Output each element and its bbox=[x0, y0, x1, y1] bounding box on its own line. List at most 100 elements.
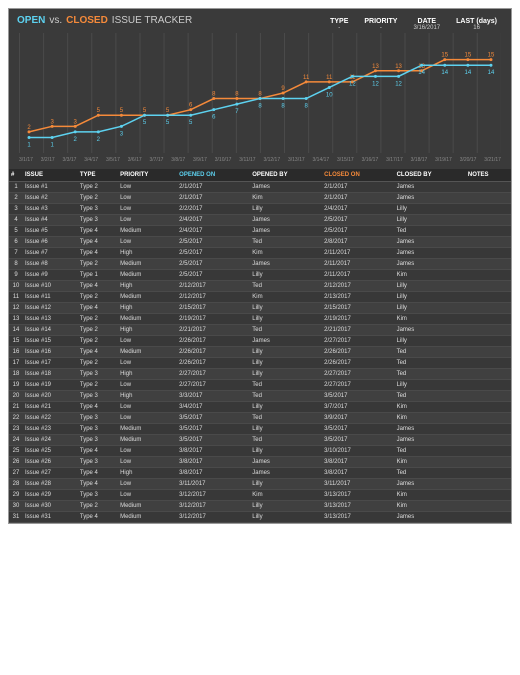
col-num[interactable]: # bbox=[9, 169, 23, 182]
cell: 2/13/2017 bbox=[322, 292, 394, 303]
col-issue[interactable]: ISSUE bbox=[23, 169, 78, 182]
table-row[interactable]: 23Issue #23Type 3Medium3/5/2017Lilly3/5/… bbox=[9, 424, 511, 435]
svg-text:15: 15 bbox=[465, 53, 472, 59]
cell: High bbox=[118, 303, 177, 314]
table-row[interactable]: 27Issue #27Type 4High3/8/2017James3/8/20… bbox=[9, 468, 511, 479]
cell bbox=[466, 479, 511, 490]
cell: 3/5/2017 bbox=[177, 435, 250, 446]
cell: Type 3 bbox=[78, 435, 118, 446]
cell bbox=[466, 369, 511, 380]
cell: 2/1/2017 bbox=[322, 193, 394, 204]
table-row[interactable]: 3Issue #3Type 3Low2/2/2017Lilly2/4/2017L… bbox=[9, 204, 511, 215]
table-row[interactable]: 20Issue #20Type 3High3/3/2017Ted3/5/2017… bbox=[9, 391, 511, 402]
table-row[interactable]: 4Issue #4Type 3Low2/4/2017James2/5/2017L… bbox=[9, 215, 511, 226]
x-tick: 3/16/17 bbox=[362, 157, 379, 163]
cell: 3/8/2017 bbox=[322, 468, 394, 479]
table-row[interactable]: 31Issue #31Type 4Medium3/12/2017Lilly3/1… bbox=[9, 512, 511, 523]
cell: Lilly bbox=[250, 424, 322, 435]
table-row[interactable]: 12Issue #12Type 4High2/15/2017Lilly2/15/… bbox=[9, 303, 511, 314]
table-row[interactable]: 2Issue #2Type 2Low2/1/2017Kim2/1/2017Jam… bbox=[9, 193, 511, 204]
cell: 2/26/2017 bbox=[322, 347, 394, 358]
table-row[interactable]: 5Issue #5Type 4Medium2/4/2017James2/5/20… bbox=[9, 226, 511, 237]
table-row[interactable]: 22Issue #22Type 3Low3/5/2017Ted3/9/2017K… bbox=[9, 413, 511, 424]
col-notes[interactable]: NOTES bbox=[466, 169, 511, 182]
table-row[interactable]: 10Issue #10Type 4High2/12/2017Ted2/12/20… bbox=[9, 281, 511, 292]
table-row[interactable]: 14Issue #14Type 2High2/21/2017Ted2/21/20… bbox=[9, 325, 511, 336]
col-opened-on[interactable]: OPENED ON bbox=[177, 169, 250, 182]
col-closed-on[interactable]: CLOSED ON bbox=[322, 169, 394, 182]
filter-date[interactable]: DATE 3/16/2017 bbox=[413, 18, 440, 31]
svg-text:8: 8 bbox=[281, 104, 285, 110]
cell: 2/8/2017 bbox=[322, 237, 394, 248]
table-row[interactable]: 19Issue #19Type 2Low2/27/2017Ted2/27/201… bbox=[9, 380, 511, 391]
svg-text:5: 5 bbox=[143, 120, 147, 126]
cell: Lilly bbox=[395, 336, 466, 347]
cell: 7 bbox=[9, 248, 23, 259]
cell: 8 bbox=[9, 259, 23, 270]
table-row[interactable]: 6Issue #6Type 4Low2/5/2017Ted2/8/2017Jam… bbox=[9, 237, 511, 248]
table-row[interactable]: 7Issue #7Type 4High2/5/2017Kim2/11/2017J… bbox=[9, 248, 511, 259]
cell: 2/4/2017 bbox=[177, 226, 250, 237]
table-row[interactable]: 26Issue #26Type 3Low3/8/2017James3/8/201… bbox=[9, 457, 511, 468]
table-row[interactable]: 24Issue #24Type 3Medium3/5/2017Ted3/5/20… bbox=[9, 435, 511, 446]
cell: 11 bbox=[9, 292, 23, 303]
cell: James bbox=[250, 336, 322, 347]
svg-text:1: 1 bbox=[27, 142, 31, 148]
cell: 2 bbox=[9, 193, 23, 204]
filter-priority[interactable]: PRIORITY - bbox=[364, 18, 397, 31]
table-row[interactable]: 11Issue #11Type 2Medium2/12/2017Kim2/13/… bbox=[9, 292, 511, 303]
table-row[interactable]: 30Issue #30Type 2Medium3/12/2017Lilly3/1… bbox=[9, 501, 511, 512]
cell: 2/5/2017 bbox=[322, 226, 394, 237]
table-row[interactable]: 8Issue #8Type 2Medium2/5/2017James2/11/2… bbox=[9, 259, 511, 270]
svg-text:12: 12 bbox=[395, 81, 402, 87]
cell: Lilly bbox=[250, 479, 322, 490]
cell: James bbox=[395, 248, 466, 259]
table-row[interactable]: 13Issue #13Type 2Medium2/19/2017Lilly2/1… bbox=[9, 314, 511, 325]
cell: Ted bbox=[250, 237, 322, 248]
cell: James bbox=[395, 435, 466, 446]
title-tracker: ISSUE TRACKER bbox=[112, 15, 192, 26]
table-row[interactable]: 18Issue #18Type 3High2/27/2017Lilly2/27/… bbox=[9, 369, 511, 380]
table-row[interactable]: 25Issue #25Type 4Low3/8/2017Lilly3/10/20… bbox=[9, 446, 511, 457]
svg-text:2: 2 bbox=[97, 137, 101, 143]
col-priority[interactable]: PRIORITY bbox=[118, 169, 177, 182]
cell bbox=[466, 270, 511, 281]
cell: 2/5/2017 bbox=[322, 215, 394, 226]
cell: High bbox=[118, 391, 177, 402]
cell: Ted bbox=[250, 325, 322, 336]
svg-text:5: 5 bbox=[189, 120, 193, 126]
col-type[interactable]: TYPE bbox=[78, 169, 118, 182]
cell: Type 4 bbox=[78, 226, 118, 237]
col-closed-by[interactable]: CLOSED BY bbox=[395, 169, 466, 182]
cell: Issue #23 bbox=[23, 424, 78, 435]
table-row[interactable]: 1Issue #1Type 2Low2/1/2017James2/1/2017J… bbox=[9, 182, 511, 193]
cell: 9 bbox=[9, 270, 23, 281]
filter-last-days[interactable]: LAST (days) 16 bbox=[456, 18, 497, 31]
cell: James bbox=[395, 512, 466, 523]
cell: 2/1/2017 bbox=[177, 193, 250, 204]
svg-text:10: 10 bbox=[326, 92, 333, 98]
table-row[interactable]: 21Issue #21Type 4Low3/4/2017Lilly3/7/201… bbox=[9, 402, 511, 413]
col-opened-by[interactable]: OPENED BY bbox=[250, 169, 322, 182]
cell: James bbox=[395, 479, 466, 490]
filter-type[interactable]: TYPE - bbox=[330, 18, 348, 31]
chart-area: 2335555688891111111313131515151122355567… bbox=[19, 33, 501, 153]
cell: 3/11/2017 bbox=[322, 479, 394, 490]
cell: 3/5/2017 bbox=[177, 413, 250, 424]
x-tick: 3/11/17 bbox=[239, 157, 255, 163]
cell: Issue #18 bbox=[23, 369, 78, 380]
table-row[interactable]: 28Issue #28Type 4Low3/11/2017Lilly3/11/2… bbox=[9, 479, 511, 490]
cell: Ted bbox=[395, 347, 466, 358]
table-row[interactable]: 9Issue #9Type 1Medium2/5/2017Lilly2/11/2… bbox=[9, 270, 511, 281]
x-tick: 3/6/17 bbox=[128, 157, 142, 163]
cell: Lilly bbox=[250, 347, 322, 358]
cell: 2/26/2017 bbox=[322, 358, 394, 369]
cell bbox=[466, 182, 511, 193]
table-row[interactable]: 17Issue #17Type 2Low2/26/2017Lilly2/26/2… bbox=[9, 358, 511, 369]
x-tick: 3/9/17 bbox=[193, 157, 207, 163]
table-row[interactable]: 16Issue #16Type 4Medium2/26/2017Lilly2/2… bbox=[9, 347, 511, 358]
svg-text:8: 8 bbox=[258, 104, 262, 110]
cell: Ted bbox=[250, 380, 322, 391]
table-row[interactable]: 15Issue #15Type 2Low2/26/2017James2/27/2… bbox=[9, 336, 511, 347]
table-row[interactable]: 29Issue #29Type 3Low3/12/2017Kim3/13/201… bbox=[9, 490, 511, 501]
